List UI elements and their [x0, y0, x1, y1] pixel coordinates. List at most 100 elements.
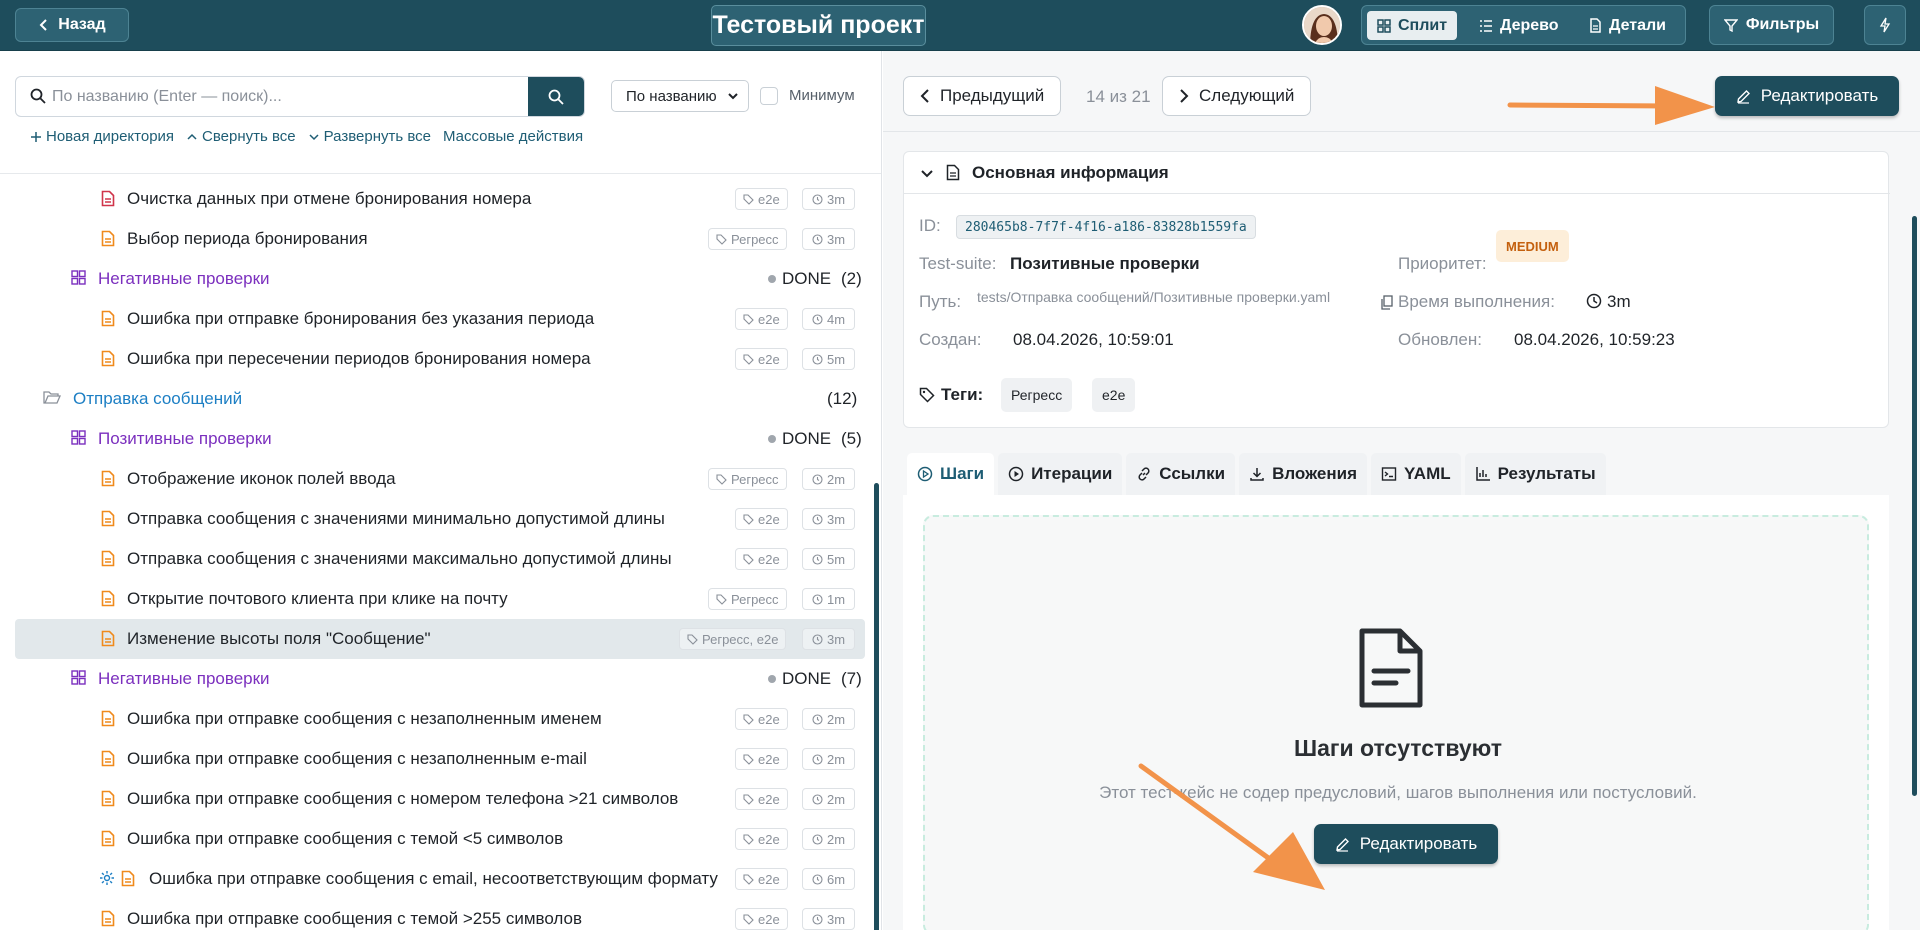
duration-label: 5m — [826, 351, 846, 367]
avatar-image — [1304, 7, 1340, 43]
tree-row-case[interactable]: Ошибка при отправке бронирования без ука… — [15, 299, 865, 339]
duration-chip: 2m — [802, 708, 855, 730]
link-icon — [1138, 467, 1150, 481]
minimum-label: Минимум — [789, 87, 855, 104]
test-case-icon — [101, 910, 115, 927]
test-case-title: Отображение иконок полей ввода — [127, 469, 396, 488]
collapse-all-button[interactable]: Свернуть все — [186, 128, 296, 145]
tree-row-suite[interactable]: Негативные проверки DONE (7) — [15, 659, 865, 699]
suite-status: DONE — [768, 669, 831, 689]
expand-all-label: Развернуть все — [323, 128, 431, 145]
terminal-icon — [1381, 467, 1397, 481]
duration-chip: 3m — [802, 228, 855, 250]
suite-status: DONE — [768, 429, 831, 449]
project-title: Тестовый проект — [711, 5, 926, 46]
copy-icon[interactable] — [1380, 295, 1393, 310]
tag-chip-label: Регресс, e2e — [702, 631, 779, 647]
test-case-icon — [101, 630, 115, 647]
id-value[interactable]: 280465b8-7f7f-4f16-a186-83828b1559fa — [956, 215, 1256, 239]
previous-button[interactable]: Предыдущий — [903, 76, 1062, 116]
clock-icon — [812, 833, 823, 845]
tree-row-case[interactable]: Ошибка при пересечении периодов брониров… — [15, 339, 865, 379]
chevron-left-icon — [920, 89, 929, 103]
tree-row-case[interactable]: Отправка сообщения с значениями минималь… — [15, 499, 865, 539]
tag-chip: e2e — [735, 348, 788, 370]
edit-button[interactable]: Редактировать — [1715, 76, 1899, 116]
tree-row-case[interactable]: Ошибка при отправке сообщения с темой <5… — [15, 819, 865, 859]
tab-results[interactable]: Результаты — [1464, 453, 1606, 495]
test-case-icon — [101, 550, 115, 567]
tree-row-case[interactable]: Отображение иконок полей ввода Регресс 2… — [15, 459, 865, 499]
chevron-down-icon — [309, 133, 319, 140]
status-label: DONE — [782, 429, 832, 448]
lightning-icon — [1879, 17, 1891, 33]
tree-row-case[interactable]: Ошибка при отправке сообщения с незаполн… — [15, 699, 865, 739]
tag-chip-label: Регресс — [731, 471, 779, 487]
tag-icon — [687, 633, 698, 645]
suite-label: Test-suite: — [919, 254, 997, 273]
view-details-button[interactable]: Детали — [1579, 11, 1676, 40]
tree-row-case[interactable]: Очистка данных при отмене бронирования н… — [15, 179, 865, 219]
tree-row-case[interactable]: Ошибка при отправке сообщения с темой >2… — [15, 899, 865, 930]
tag-chip-label: e2e — [758, 751, 780, 767]
document-icon — [1359, 628, 1423, 708]
tab-links[interactable]: Ссылки — [1126, 453, 1236, 495]
divider — [883, 131, 1920, 132]
search-input[interactable] — [52, 77, 532, 116]
new-directory-button[interactable]: Новая директория — [30, 128, 174, 145]
quick-actions-button[interactable] — [1864, 5, 1906, 45]
clock-icon — [812, 753, 823, 765]
tag-icon — [919, 387, 935, 403]
main-info-header[interactable]: Основная информация — [904, 152, 1890, 194]
view-tree-label: Дерево — [1500, 16, 1559, 34]
tab-iterations[interactable]: Итерации — [998, 453, 1123, 495]
minimum-checkbox[interactable] — [760, 87, 778, 105]
tree-row-case[interactable]: Отправка сообщения с значениями максимал… — [15, 539, 865, 579]
filters-button[interactable]: Фильтры — [1709, 5, 1834, 45]
tree-scrollbar[interactable] — [874, 483, 879, 930]
tree-row-suite[interactable]: Позитивные проверки DONE (5) — [15, 419, 865, 459]
tree-row-case[interactable]: Ошибка при отправке сообщения с номером … — [15, 779, 865, 819]
previous-label: Предыдущий — [940, 86, 1045, 105]
test-case-title: Отправка сообщения с значениями минималь… — [127, 509, 665, 528]
next-button[interactable]: Следующий — [1162, 76, 1312, 116]
tree-row-case[interactable]: Открытие почтового клиента при клике на … — [15, 579, 865, 619]
clock-icon — [812, 473, 823, 485]
view-tree-button[interactable]: Дерево — [1469, 11, 1569, 40]
tree-row-case-selected[interactable]: Изменение высоты поля "Сообщение" Регрес… — [15, 619, 865, 659]
tree-row-suite[interactable]: Негативные проверки DONE (2) — [15, 259, 865, 299]
sort-select[interactable]: По названию — [611, 80, 749, 112]
view-split-button[interactable]: Сплит — [1367, 11, 1458, 40]
edit-steps-button[interactable]: Редактировать — [1314, 824, 1498, 864]
duration-chip: 2m — [802, 748, 855, 770]
tab-steps[interactable]: Шаги — [907, 453, 995, 495]
tags-label: Теги: — [941, 385, 984, 404]
test-tree: Очистка данных при отмене бронирования н… — [0, 174, 870, 930]
tag-chip: e2e — [735, 508, 788, 530]
search-button[interactable] — [528, 77, 584, 116]
edit-label: Редактировать — [1760, 86, 1879, 105]
back-button-label: Назад — [58, 16, 106, 33]
bulk-actions-button[interactable]: Массовые действия — [443, 128, 583, 145]
download-icon — [1250, 468, 1264, 481]
tab-yaml[interactable]: YAML — [1371, 453, 1461, 495]
expand-all-button[interactable]: Развернуть все — [308, 128, 431, 145]
chevron-left-icon — [39, 19, 47, 31]
tree-row-case[interactable]: Ошибка при отправке сообщения с email, н… — [15, 859, 865, 899]
user-avatar[interactable] — [1302, 5, 1342, 45]
folder-title: Отправка сообщений — [73, 389, 243, 408]
details-scrollbar[interactable] — [1912, 216, 1917, 796]
tree-row-case[interactable]: Ошибка при отправке сообщения с незаполн… — [15, 739, 865, 779]
duration-label: 2m — [826, 751, 846, 767]
tab-attachments[interactable]: Вложения — [1239, 453, 1368, 495]
duration-chip: 2m — [802, 828, 855, 850]
back-button[interactable]: Назад — [15, 8, 129, 42]
status-label: DONE — [782, 669, 832, 688]
tree-row-case[interactable]: Выбор периода бронирования Регресс 3m — [15, 219, 865, 259]
tab-steps-label: Шаги — [940, 464, 985, 483]
folder-count: (12) — [827, 389, 858, 408]
tag-icon — [743, 193, 754, 205]
tree-row-folder[interactable]: Отправка сообщений (12) — [15, 379, 865, 419]
main-info-card: Основная информация ID: 280465b8-7f7f-4f… — [903, 151, 1890, 428]
tag-icon — [743, 513, 754, 525]
